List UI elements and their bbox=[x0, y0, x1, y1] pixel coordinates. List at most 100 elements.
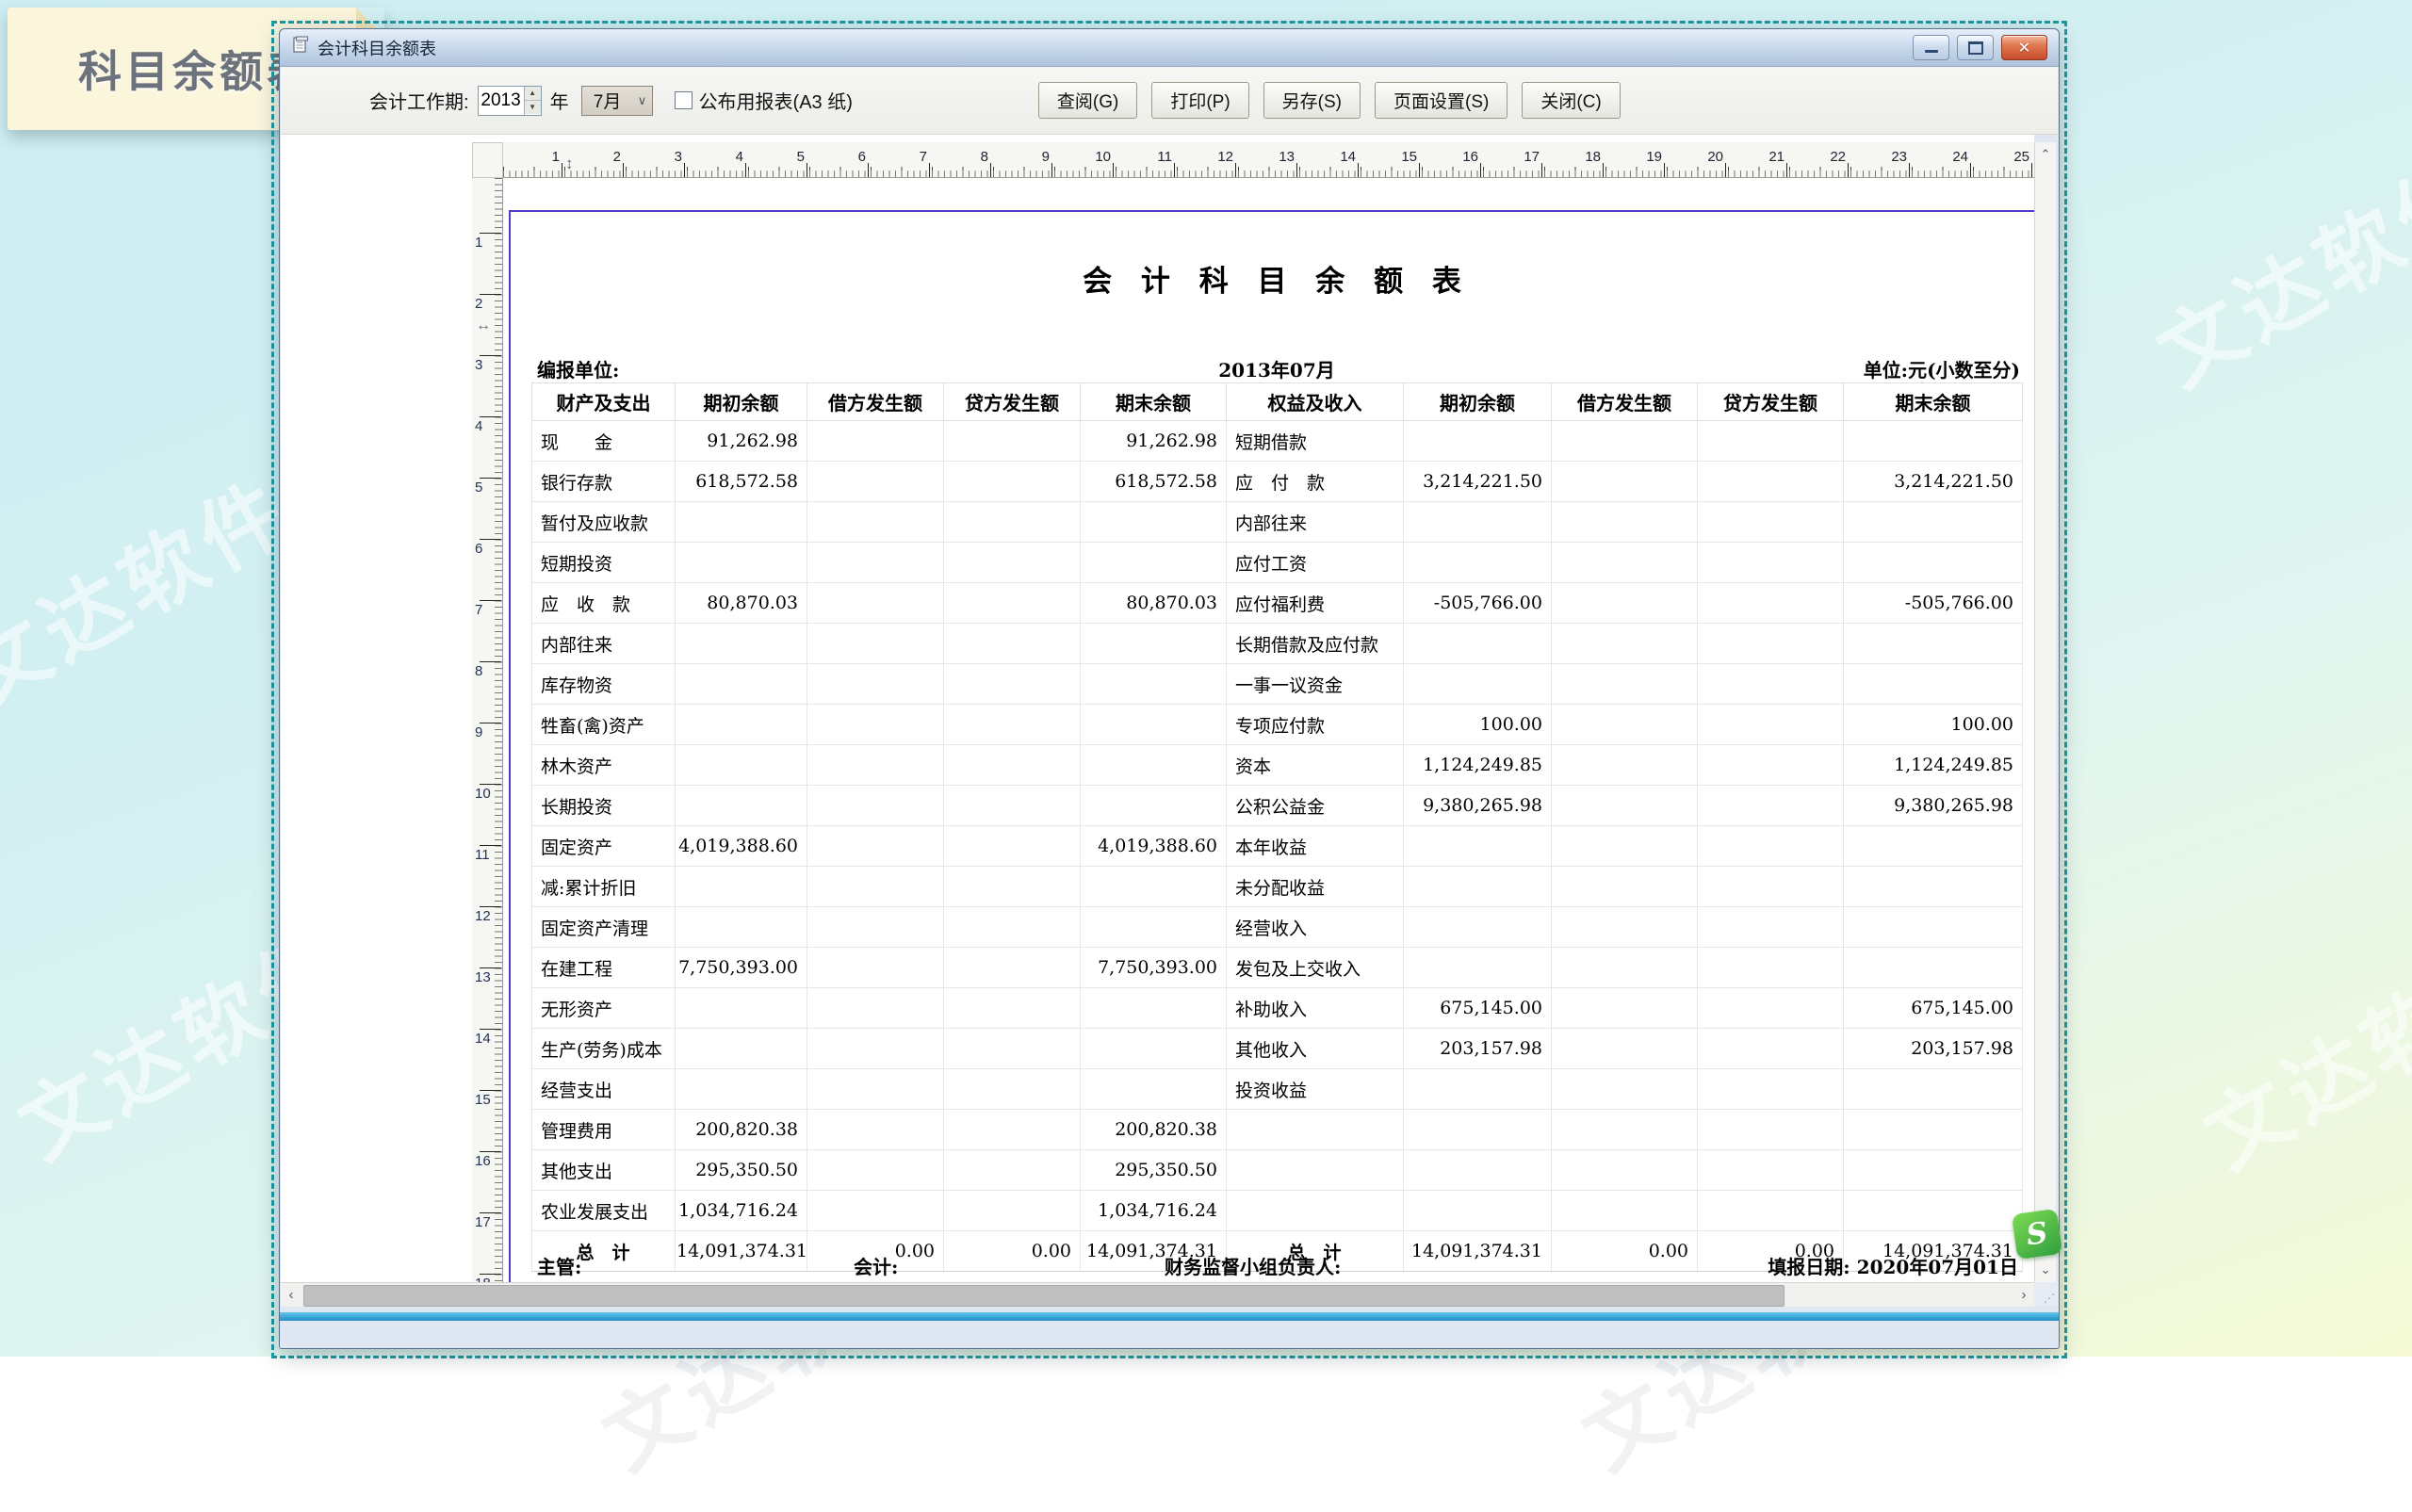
ruler-tick bbox=[1725, 163, 1726, 177]
ruler-tick bbox=[745, 163, 746, 177]
amount-cell bbox=[944, 867, 1081, 907]
ruler-tick bbox=[623, 163, 624, 177]
amount-cell: 1,034,716.24 bbox=[676, 1191, 807, 1231]
amount-cell bbox=[676, 543, 807, 583]
amount-cell bbox=[1081, 705, 1227, 745]
ruler-tick bbox=[2031, 163, 2032, 177]
column-header: 借方发生额 bbox=[807, 383, 944, 421]
close-icon: ✕ bbox=[2018, 39, 2030, 57]
a3-report-checkbox-wrap[interactable]: 公布用报表(A3 纸) bbox=[675, 87, 853, 114]
amount-cell bbox=[1552, 705, 1698, 745]
ruler-tick bbox=[1358, 163, 1359, 177]
table-row: 生产(劳务)成本其他收入203,157.98203,157.98 bbox=[532, 1029, 2023, 1069]
view-button[interactable]: 查阅(G) bbox=[1038, 82, 1137, 119]
column-header: 期初余额 bbox=[1404, 383, 1552, 421]
year-value[interactable]: 2013 bbox=[479, 87, 524, 115]
minimize-button[interactable] bbox=[1913, 35, 1949, 60]
account-name-cell: 固定资产 bbox=[532, 826, 676, 867]
ruler-tick bbox=[868, 163, 869, 177]
ruler-tick bbox=[480, 1212, 501, 1213]
year-spin-down-icon[interactable]: ▼ bbox=[525, 101, 541, 114]
report-title: 会 计 科 目 余 额 表 bbox=[531, 257, 2022, 300]
scroll-left-icon[interactable]: ‹ bbox=[281, 1283, 302, 1307]
scroll-right-icon[interactable]: › bbox=[2013, 1283, 2034, 1307]
table-row: 管理费用200,820.38200,820.38 bbox=[532, 1110, 2023, 1150]
table-row: 林木资产资本1,124,249.851,124,249.85 bbox=[532, 745, 2023, 786]
amount-cell bbox=[944, 421, 1081, 462]
year-suffix-label: 年 bbox=[550, 87, 569, 114]
amount-cell bbox=[1698, 907, 1844, 948]
account-name-cell: 应付工资 bbox=[1227, 543, 1404, 583]
ruler-number: 8 bbox=[475, 663, 482, 679]
restore-icon bbox=[1968, 41, 1983, 55]
amount-cell: 200,820.38 bbox=[1081, 1110, 1227, 1150]
year-spin-up-icon[interactable]: ▲ bbox=[525, 87, 541, 101]
amount-cell bbox=[1081, 624, 1227, 664]
vertical-scrollbar[interactable]: ⌃ ⌄ bbox=[2034, 142, 2056, 1282]
column-header: 期末余额 bbox=[1081, 383, 1227, 421]
logo-letter: S bbox=[2024, 1216, 2049, 1253]
toolbar-buttons: 查阅(G) 打印(P) 另存(S) 页面设置(S) 关闭(C) bbox=[1038, 82, 1621, 119]
scroll-down-icon[interactable]: ⌄ bbox=[2035, 1260, 2056, 1280]
ruler-number: 16 bbox=[1456, 149, 1478, 165]
amount-cell: -505,766.00 bbox=[1844, 583, 2023, 624]
table-row: 经营支出投资收益 bbox=[532, 1069, 2023, 1110]
amount-cell: 200,820.38 bbox=[676, 1110, 807, 1150]
restore-button[interactable] bbox=[1957, 35, 1994, 60]
amount-cell: 1,034,716.24 bbox=[1081, 1191, 1227, 1231]
amount-cell bbox=[1552, 462, 1698, 502]
page-setup-button[interactable]: 页面设置(S) bbox=[1375, 82, 1508, 119]
ruler-tick bbox=[480, 355, 501, 356]
amount-cell bbox=[1698, 745, 1844, 786]
account-name-cell: 投资收益 bbox=[1227, 1069, 1404, 1110]
ruler-number: 3 bbox=[475, 357, 482, 373]
vertical-ruler: ↔ 123456789101112131415161718 bbox=[472, 178, 503, 1282]
amount-cell: 618,572.58 bbox=[1081, 462, 1227, 502]
amount-cell bbox=[1844, 502, 2023, 543]
amount-cell bbox=[1081, 543, 1227, 583]
resize-grip[interactable]: ⋰ bbox=[2034, 1282, 2058, 1307]
amount-cell bbox=[944, 502, 1081, 543]
table-row: 固定资产清理经营收入 bbox=[532, 907, 2023, 948]
year-spinbox[interactable]: 2013 ▲ ▼ bbox=[478, 86, 542, 116]
column-header: 权益及收入 bbox=[1227, 383, 1404, 421]
horizontal-scroll-thumb[interactable] bbox=[303, 1285, 1785, 1307]
ruler-number: 7 bbox=[475, 602, 482, 618]
ruler-number: 24 bbox=[1946, 149, 1968, 165]
amount-cell bbox=[944, 786, 1081, 826]
ruler-tick bbox=[1113, 163, 1114, 177]
amount-cell bbox=[944, 1191, 1081, 1231]
account-name-cell bbox=[1227, 1191, 1404, 1231]
amount-cell bbox=[944, 624, 1081, 664]
month-dropdown[interactable]: 7月 ∨ bbox=[581, 86, 653, 116]
ruler-number: 10 bbox=[475, 786, 491, 802]
amount-cell bbox=[944, 907, 1081, 948]
a3-report-checkbox[interactable] bbox=[675, 91, 693, 109]
account-name-cell: 内部往来 bbox=[532, 624, 676, 664]
close-button[interactable]: ✕ bbox=[2001, 35, 2047, 60]
scroll-up-icon[interactable]: ⌃ bbox=[2035, 144, 2056, 165]
amount-cell bbox=[1698, 1029, 1844, 1069]
app-window: 会计科目余额表 ✕ 会计工作期: 2013 ▲ ▼ 年 7月 ∨ bbox=[279, 28, 2060, 1349]
horizontal-scrollbar[interactable]: ‹ › bbox=[281, 1282, 2034, 1307]
print-button[interactable]: 打印(P) bbox=[1151, 82, 1248, 119]
amount-cell bbox=[944, 462, 1081, 502]
ruler-number: 6 bbox=[843, 149, 866, 165]
column-header: 期末余额 bbox=[1844, 383, 2023, 421]
cursor-updown-icon: ↕ bbox=[565, 154, 574, 173]
amount-cell bbox=[1698, 826, 1844, 867]
amount-cell bbox=[676, 988, 807, 1029]
ruler-number: 17 bbox=[1517, 149, 1540, 165]
amount-cell bbox=[676, 1069, 807, 1110]
titlebar[interactable]: 会计科目余额表 ✕ bbox=[280, 29, 2059, 67]
amount-cell bbox=[1404, 1191, 1552, 1231]
amount-cell bbox=[807, 745, 944, 786]
amount-cell: 295,350.50 bbox=[1081, 1150, 1227, 1191]
account-name-cell: 应 付 款 bbox=[1227, 462, 1404, 502]
amount-cell bbox=[1698, 583, 1844, 624]
save-as-button[interactable]: 另存(S) bbox=[1263, 82, 1361, 119]
close-report-button[interactable]: 关闭(C) bbox=[1522, 82, 1620, 119]
ruler-tick bbox=[480, 1151, 501, 1152]
account-name-cell: 应 收 款 bbox=[532, 583, 676, 624]
amount-cell bbox=[944, 1110, 1081, 1150]
